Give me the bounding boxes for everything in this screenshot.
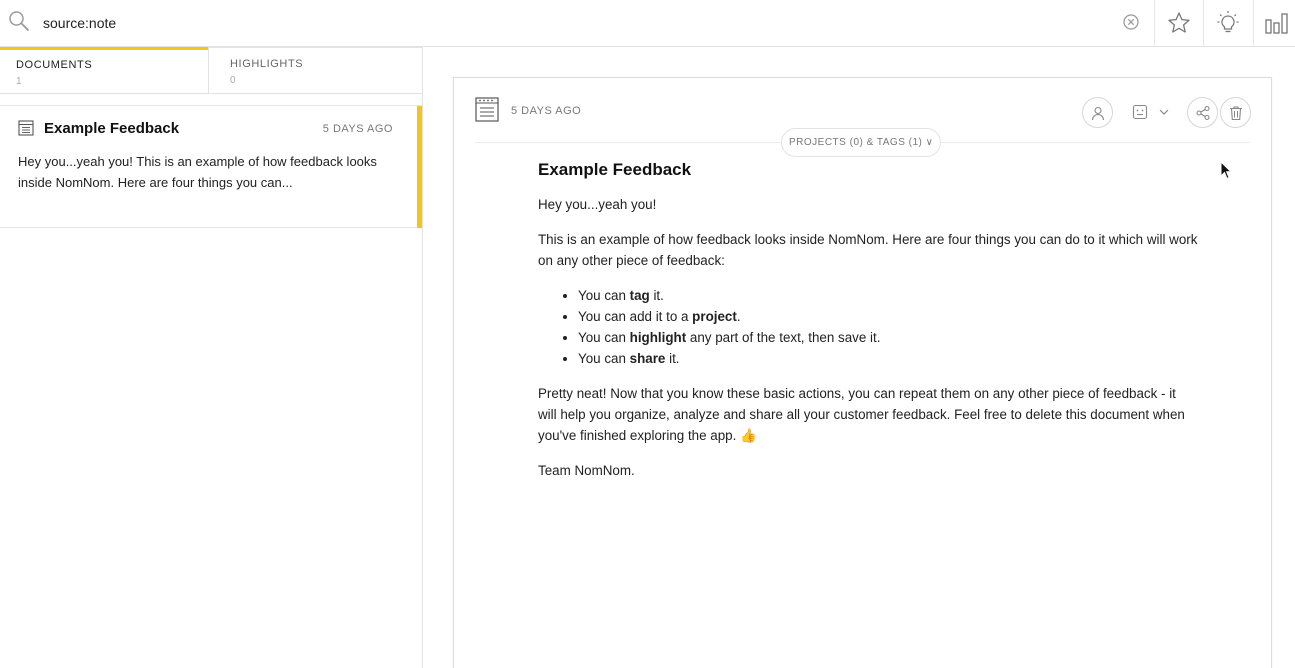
- bullet-emphasis: tag: [629, 288, 650, 303]
- list-item[interactable]: Example Feedback 5 DAYS AGO Hey you...ye…: [0, 105, 422, 228]
- list-tabs: DOCUMENTS 1 HIGHLIGHTS 0: [0, 47, 422, 94]
- trash-icon: [1229, 105, 1242, 120]
- tab-highlights-label: HIGHLIGHTS: [230, 58, 304, 70]
- user-icon: [1091, 106, 1104, 120]
- tab-highlights[interactable]: HIGHLIGHTS 0: [208, 47, 422, 94]
- bullet-emphasis: project: [692, 309, 737, 324]
- chevron-down-icon: [1159, 109, 1169, 115]
- topbar-divider: [1253, 0, 1254, 47]
- neutral-face-icon: [1132, 104, 1148, 120]
- bullet-text: .: [736, 309, 741, 324]
- star-icon[interactable]: [1164, 8, 1194, 38]
- document-intro: This is an example of how feedback looks…: [538, 232, 1198, 268]
- document-date: 5 DAYS AGO: [511, 105, 582, 117]
- tab-documents-label: DOCUMENTS: [16, 59, 93, 71]
- share-icon: [1195, 105, 1210, 120]
- search-bar: [0, 0, 1295, 47]
- note-document-icon: [18, 120, 34, 136]
- document-signoff: Team NomNom.: [538, 463, 635, 478]
- assign-user-button[interactable]: [1082, 97, 1113, 128]
- document-title: Example Feedback: [538, 160, 692, 179]
- list-item-title: Example Feedback: [44, 120, 180, 137]
- search-input[interactable]: [43, 13, 1103, 33]
- list-item: You can add it to a project.: [578, 306, 1198, 327]
- topbar-divider: [1154, 0, 1155, 47]
- document-greeting: Hey you...yeah you!: [538, 197, 657, 212]
- tab-documents[interactable]: DOCUMENTS 1: [0, 47, 209, 94]
- mouse-cursor-icon: [1220, 160, 1233, 180]
- list-item-date: 5 DAYS AGO: [322, 123, 393, 135]
- bullet-emphasis: highlight: [629, 330, 687, 345]
- projects-tags-toggle[interactable]: PROJECTS (0) & TAGS (1) ∨: [781, 128, 942, 157]
- share-button[interactable]: [1187, 97, 1218, 128]
- delete-button[interactable]: [1220, 97, 1251, 128]
- bullet-text: it.: [649, 288, 664, 303]
- bullet-emphasis: share: [629, 351, 666, 366]
- search-icon[interactable]: [8, 10, 30, 32]
- document-detail-panel: 5 DAYS AGO PROJECTS (0) & TAGS (1) ∨ Exa…: [424, 47, 1295, 668]
- document-outro: Pretty neat! Now that you know these bas…: [538, 386, 1185, 443]
- list-item: You can highlight any part of the text, …: [578, 327, 1198, 348]
- sentiment-dropdown[interactable]: [1132, 102, 1172, 122]
- list-item-snippet: Hey you...yeah you! This is an example o…: [18, 154, 377, 190]
- tab-documents-count: 1: [16, 76, 22, 87]
- note-document-icon: [475, 97, 499, 122]
- bar-chart-icon[interactable]: [1262, 8, 1292, 38]
- action-list: You can tag it. You can add it to a proj…: [578, 285, 1198, 369]
- document-list-panel: DOCUMENTS 1 HIGHLIGHTS 0 Example Feedbac…: [0, 47, 423, 668]
- bullet-text: You can: [578, 330, 630, 345]
- document-body: Example Feedback Hey you...yeah you! Thi…: [538, 160, 1198, 495]
- lightbulb-icon[interactable]: [1213, 8, 1243, 38]
- document-card: 5 DAYS AGO PROJECTS (0) & TAGS (1) ∨ Exa…: [453, 77, 1272, 668]
- list-item: You can share it.: [578, 348, 1198, 369]
- selected-indicator: [417, 106, 422, 228]
- bullet-text: You can add it to a: [578, 309, 693, 324]
- bullet-text: any part of the text, then save it.: [686, 330, 881, 345]
- topbar-divider: [1203, 0, 1204, 47]
- bullet-text: it.: [665, 351, 680, 366]
- bullet-text: You can: [578, 288, 630, 303]
- clear-search-icon[interactable]: [1122, 13, 1140, 31]
- tab-highlights-count: 0: [230, 75, 236, 86]
- list-item: You can tag it.: [578, 285, 1198, 306]
- bullet-text: You can: [578, 351, 630, 366]
